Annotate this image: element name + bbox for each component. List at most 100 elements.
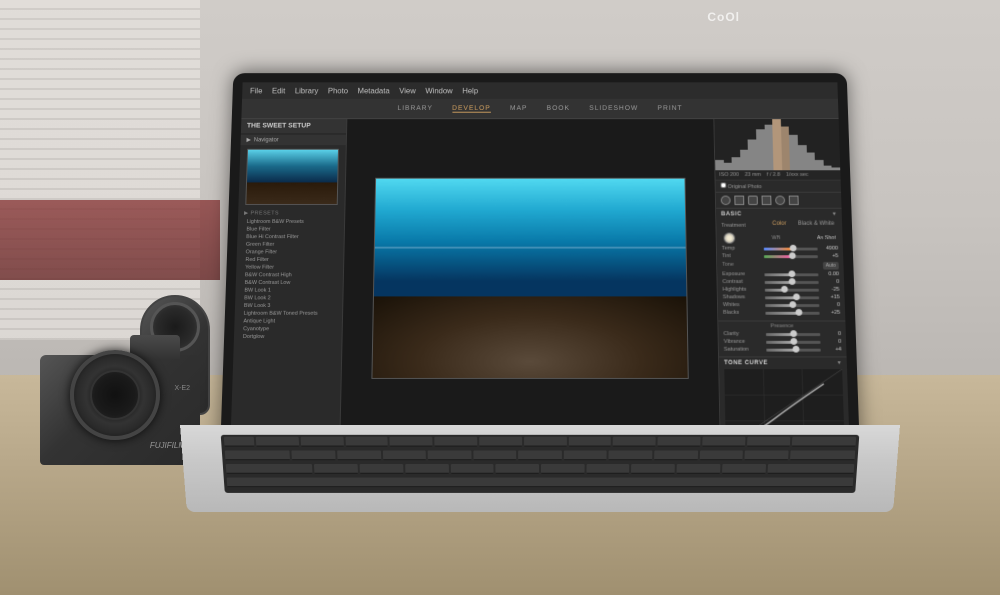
key[interactable] <box>227 478 854 488</box>
key[interactable] <box>745 450 789 460</box>
key[interactable] <box>292 450 336 460</box>
key[interactable] <box>224 437 255 447</box>
lr-preset-item-5[interactable]: Orange Filter <box>243 249 338 257</box>
key[interactable] <box>658 437 701 447</box>
key[interactable] <box>654 450 698 460</box>
lr-tab-color[interactable]: Color <box>769 220 789 228</box>
lr-clarity-slider[interactable] <box>766 333 820 336</box>
menu-edit[interactable]: Edit <box>272 86 285 94</box>
nav-library[interactable]: LIBRARY <box>397 105 433 111</box>
lr-preset-item-11[interactable]: BW Look 2 <box>241 294 337 302</box>
lr-navigation: LIBRARY DEVELOP MAP BOOK SLIDESHOW PRINT <box>241 99 838 119</box>
menu-metadata[interactable]: Metadata <box>358 86 390 94</box>
lr-saturation-slider[interactable] <box>766 348 820 351</box>
menu-library[interactable]: Library <box>295 86 319 94</box>
key[interactable] <box>226 464 313 474</box>
key[interactable] <box>345 437 388 447</box>
lr-tone-curve-collapse[interactable]: ▼ <box>836 360 842 366</box>
nav-map[interactable]: MAP <box>510 105 527 111</box>
key[interactable] <box>337 450 381 460</box>
lr-preset-item-2[interactable]: Blue Filter <box>243 226 338 234</box>
lr-preset-item-3[interactable]: Blue Hi Contrast Filter <box>243 233 338 241</box>
lr-whites-slider[interactable] <box>765 304 819 307</box>
lr-preset-item-9[interactable]: B&W Contrast Low <box>242 279 337 287</box>
lr-exposure-slider[interactable] <box>764 273 818 276</box>
key[interactable] <box>702 437 745 447</box>
nav-book[interactable]: BOOK <box>547 105 570 111</box>
lr-temp-value: 4900 <box>820 246 838 252</box>
key[interactable] <box>747 437 790 447</box>
lr-preset-item-10[interactable]: BW Look 1 <box>241 287 336 295</box>
key[interactable] <box>541 464 584 474</box>
lr-preset-item-1[interactable]: Lightroom B&W Presets <box>244 218 339 226</box>
key[interactable] <box>518 450 561 460</box>
lr-preset-item-15[interactable]: Cyanotype <box>240 325 336 333</box>
key[interactable] <box>225 450 291 460</box>
key[interactable] <box>722 464 766 474</box>
lr-temp-slider[interactable] <box>764 247 818 250</box>
key[interactable] <box>256 437 299 447</box>
key[interactable] <box>569 437 612 447</box>
lr-contrast-slider[interactable] <box>765 281 819 284</box>
lr-basic-collapse[interactable]: ▼ <box>832 212 837 218</box>
lr-brand-label: THE SWEET SETUP <box>241 119 346 133</box>
key[interactable] <box>631 464 675 474</box>
lr-preset-item-6[interactable]: Red Filter <box>242 256 337 264</box>
menu-window[interactable]: Window <box>425 86 452 94</box>
menu-view[interactable]: View <box>399 86 416 94</box>
nav-develop[interactable]: DEVELOP <box>452 105 491 112</box>
lr-center-view <box>340 119 719 440</box>
lr-preset-item-16[interactable]: Dortglow <box>240 333 336 341</box>
lr-shadows-slider[interactable] <box>765 296 819 299</box>
lr-preset-item-14[interactable]: Antique Light <box>240 318 336 326</box>
lr-auto-button[interactable]: Auto <box>823 262 839 270</box>
lr-temp-row: Temp 4900 <box>722 246 838 252</box>
key[interactable] <box>564 450 607 460</box>
lr-graduated-tool[interactable] <box>762 196 772 205</box>
lr-preset-item-4[interactable]: Green Filter <box>243 241 338 249</box>
lr-tint-slider[interactable] <box>764 255 818 258</box>
lr-preset-item-12[interactable]: BW Look 3 <box>241 302 337 310</box>
lr-blacks-slider[interactable] <box>765 311 819 314</box>
key[interactable] <box>524 437 567 447</box>
lr-tab-bw[interactable]: Black & White <box>795 220 837 228</box>
key[interactable] <box>613 437 656 447</box>
key[interactable] <box>405 464 449 474</box>
key[interactable] <box>792 437 857 447</box>
key[interactable] <box>699 450 743 460</box>
lr-vibrance-slider[interactable] <box>766 340 820 343</box>
lr-preset-item-7[interactable]: Yellow Filter <box>242 264 337 272</box>
menu-file[interactable]: File <box>250 86 263 94</box>
lr-redeye-tool[interactable] <box>748 196 758 205</box>
nav-slideshow[interactable]: SLIDESHOW <box>589 105 638 111</box>
key[interactable] <box>300 437 343 447</box>
key[interactable] <box>677 464 721 474</box>
lr-adjustment-tool[interactable] <box>789 196 799 205</box>
key[interactable] <box>767 464 854 474</box>
lr-spot-tool[interactable] <box>734 196 744 205</box>
key[interactable] <box>496 464 539 474</box>
lr-crop-tool[interactable] <box>721 196 731 205</box>
nav-print[interactable]: PRINT <box>657 105 682 111</box>
lr-preset-item-8[interactable]: B&W Contrast High <box>242 271 337 279</box>
key[interactable] <box>314 464 358 474</box>
key[interactable] <box>586 464 629 474</box>
lr-radial-tool[interactable] <box>775 196 785 205</box>
menu-help[interactable]: Help <box>462 86 478 94</box>
lr-preset-item-13[interactable]: Lightroom B&W Toned Presets <box>241 310 337 318</box>
lr-original-photo-checkbox[interactable] <box>720 182 726 188</box>
key[interactable] <box>479 437 522 447</box>
key[interactable] <box>450 464 493 474</box>
key[interactable] <box>382 450 426 460</box>
lr-navigator-label[interactable]: ▶ Navigator <box>241 135 347 145</box>
key[interactable] <box>609 450 652 460</box>
lr-tint-row: Tint +5 <box>722 253 839 259</box>
key[interactable] <box>473 450 516 460</box>
lr-highlights-slider[interactable] <box>765 288 819 291</box>
key[interactable] <box>434 437 477 447</box>
key[interactable] <box>390 437 433 447</box>
key[interactable] <box>360 464 404 474</box>
key[interactable] <box>428 450 471 460</box>
menu-photo[interactable]: Photo <box>328 86 348 94</box>
key[interactable] <box>790 450 856 460</box>
